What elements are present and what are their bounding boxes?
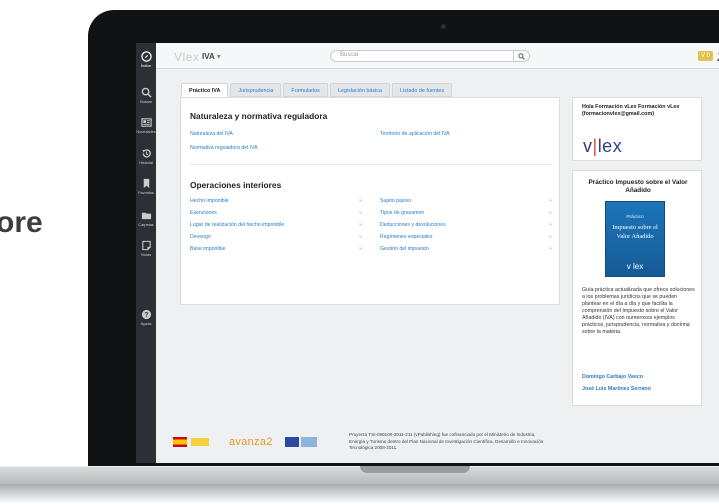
tab-jurisprudencia[interactable]: Jurisprudencia (230, 83, 282, 97)
sidebar-item-label: Ayuda (140, 321, 152, 326)
sidebar-item-novedades[interactable]: Novedades (136, 117, 156, 134)
author-link[interactable]: Domingo Carbajo Vasco (582, 374, 643, 380)
camera-dot (441, 24, 446, 29)
link-tipos-de-gravamen[interactable]: Tipos de gravamen (380, 210, 424, 216)
book-description: Guía práctica actualizada que ofrece sol… (582, 287, 695, 335)
bookmark-icon (143, 178, 149, 189)
sidebar-item-buscar[interactable]: Buscar (136, 87, 156, 104)
chevron-right-icon: » (359, 246, 362, 252)
sidebar-item-label: Notas (141, 252, 151, 257)
chevron-right-icon: » (549, 198, 552, 204)
sidebar-item-label: Historial (139, 160, 153, 165)
search-icon (518, 52, 525, 60)
search-button[interactable] (513, 50, 529, 62)
tab-formularios[interactable]: Formularios (283, 83, 328, 97)
base-notch (360, 466, 470, 473)
chevron-down-icon: ▾ (216, 52, 221, 61)
chevron-right-icon: » (359, 210, 362, 216)
tab-listado-de-fuentes[interactable]: Listado de fuentes (391, 83, 453, 97)
help-icon: ? (141, 309, 151, 320)
news-icon (140, 118, 152, 127)
link-exenciones[interactable]: Exenciones (190, 210, 217, 216)
search-placeholder: Buscar (340, 52, 359, 58)
sidebar-item-favoritos[interactable]: Favoritos (136, 178, 156, 195)
spain-flag-icon (173, 437, 187, 447)
book-cover[interactable]: Práctico Impuesto sobre el Valor Añadido… (605, 201, 665, 277)
chevron-right-icon: » (549, 210, 552, 216)
sidebar: Índice Buscar Novedades Historial Favori… (136, 43, 156, 463)
search-input[interactable]: Buscar (330, 50, 530, 62)
sidebar-item-label: Índice (140, 63, 152, 68)
cover-title: Impuesto sobre el Valor Añadido (612, 224, 658, 240)
feder-logo-icon (300, 437, 317, 447)
cover-subtitle: Práctico (626, 215, 644, 220)
screen: Índice Buscar Novedades Historial Favori… (136, 43, 719, 463)
vlex-logo[interactable]: v|lex (583, 136, 622, 157)
note-icon (141, 240, 151, 251)
chevron-right-icon: » (549, 222, 552, 228)
link-gestion-del-impuesto[interactable]: Gestión del impuesto (380, 246, 429, 252)
logo-part: lex (597, 136, 623, 156)
link-hecho-imponible[interactable]: Hecho imponible (190, 198, 229, 204)
cropped-heading: ore (0, 206, 43, 239)
chevron-right-icon: » (549, 246, 552, 252)
eu-flag-icon (284, 437, 299, 447)
link-regimenes-especiales[interactable]: Regímenes especiales (380, 234, 432, 240)
book-title: Práctico Impuesto sobre el Valor Añadido (588, 179, 688, 194)
sidebar-item-label: Buscar (140, 99, 152, 104)
section-label: IVA (202, 52, 215, 61)
chevron-right-icon: » (549, 234, 552, 240)
sidebar-item-label: Carpetas (138, 222, 154, 227)
author-link[interactable]: José Luis Martínez Serrano (582, 386, 651, 392)
footer-logos: avanza2 (173, 435, 317, 449)
link-devengo[interactable]: Devengo (190, 234, 211, 240)
laptop-base (0, 466, 719, 504)
top-bar: Vlex IVA ▾ Buscar V 0 (156, 43, 719, 69)
base-top (0, 466, 719, 484)
tab-legislacion-basica[interactable]: Legislación básica (329, 83, 390, 97)
section-title-operaciones: Operaciones interiores (190, 180, 282, 190)
chevron-right-icon: » (359, 222, 362, 228)
credits-badge[interactable]: V 0 (698, 51, 714, 61)
footer-text: Proyecto TSI-090100-2011-211 (vPublishin… (349, 432, 544, 450)
sidebar-item-label: Favoritos (138, 190, 154, 195)
section-divider (190, 164, 552, 165)
folder-icon (141, 212, 151, 220)
link-territorio-de-aplicacion[interactable]: Territorio de aplicación del IVA (380, 131, 450, 137)
section-title-naturaleza: Naturaleza y normativa reguladora (190, 111, 328, 121)
content-panel: Naturaleza y normativa reguladora Natura… (180, 97, 560, 305)
sidebar-item-indice[interactable]: Índice (136, 51, 156, 68)
sidebar-item-carpetas[interactable]: Carpetas (136, 210, 156, 227)
greeting-card: Hola Formación vLex Formación vLex (form… (572, 97, 702, 161)
link-naturaleza-del-iva[interactable]: Naturaleza del IVA (190, 131, 233, 137)
link-lugar-de-realizacion[interactable]: Lugar de realización del hecho imponible (190, 222, 284, 228)
link-base-imponible[interactable]: Base imponible (190, 246, 225, 252)
history-icon (141, 149, 151, 158)
chevron-right-icon: » (359, 198, 362, 204)
chevron-right-icon: » (359, 234, 362, 240)
search-icon (141, 87, 152, 98)
brand-logo[interactable]: Vlex (174, 50, 199, 64)
sidebar-item-label: Novedades (136, 129, 156, 134)
greeting-text: Hola Formación vLex Formación vLex (form… (582, 104, 680, 117)
base-bottom (0, 484, 719, 504)
cover-logo: v lex (626, 262, 644, 271)
sidebar-item-historial[interactable]: Historial (136, 148, 156, 165)
section-selector[interactable]: IVA ▾ (202, 52, 221, 61)
link-normativa-reguladora[interactable]: Normativa reguladora del IVA (190, 145, 258, 151)
sidebar-item-notas[interactable]: Notas (136, 240, 156, 257)
svg-text:?: ? (144, 312, 148, 319)
sidebar-item-ayuda[interactable]: ? Ayuda (136, 309, 156, 326)
logo-part: v (583, 136, 593, 156)
book-card: Práctico Impuesto sobre el Valor Añadido… (572, 170, 702, 406)
stage: ore Índice Buscar Novedades Historial Fa… (0, 0, 719, 504)
link-sujeto-pasivo[interactable]: Sujeto pasivo (380, 198, 411, 204)
ministry-logo-icon (191, 438, 209, 446)
compass-icon (140, 51, 152, 62)
link-deducciones-y-devoluciones[interactable]: Deducciones y devoluciones (380, 222, 446, 228)
avanza-logo: avanza2 (229, 436, 273, 448)
tab-practico-iva[interactable]: Práctico IVA (181, 83, 229, 97)
